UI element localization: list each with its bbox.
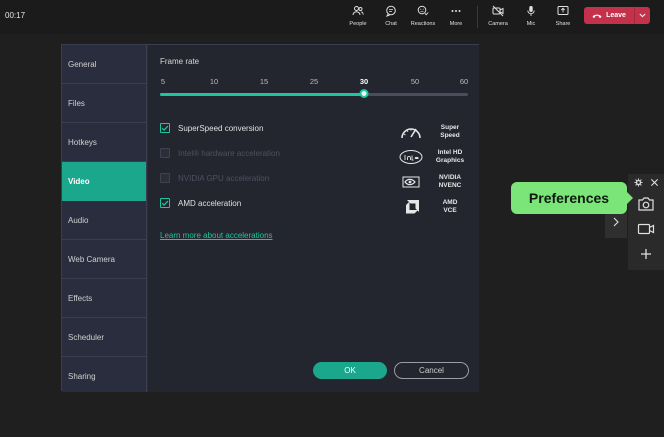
intel-acceleration-option: Intel® hardware acceleration	[160, 147, 280, 159]
frame-rate-title: Frame rate	[160, 57, 200, 66]
amd-acceleration-checkbox[interactable]	[160, 198, 170, 208]
preferences-sidebar: General Files Hotkeys Video Audio Web Ca…	[62, 45, 147, 392]
share-screen-icon	[557, 6, 569, 15]
amd-badge-line2: VCE	[443, 207, 457, 214]
reactions-label: Reactions	[410, 21, 436, 27]
chat-icon	[385, 5, 396, 17]
gear-icon[interactable]	[634, 178, 643, 187]
amd-badge: AMD VCE	[398, 196, 478, 218]
nvidia-acceleration-label: NVIDIA GPU acceleration	[178, 173, 270, 183]
nvidia-badge-line1: NVIDIA	[438, 174, 462, 181]
superspeed-label: SuperSpeed conversion	[178, 123, 264, 133]
more-label: More	[449, 21, 463, 27]
nvidia-acceleration-option: NVIDIA GPU acceleration	[160, 172, 269, 184]
sidebar-item-video[interactable]: Video	[62, 162, 146, 201]
frame-rate-slider-fill	[160, 93, 364, 96]
nvidia-badge-line2: NVENC	[438, 182, 462, 189]
close-icon[interactable]	[650, 178, 659, 187]
intel-acceleration-label: Intel® hardware acceleration	[178, 148, 280, 158]
frame-rate-tick[interactable]: 60	[460, 77, 468, 86]
video-settings-panel: Frame rate 5 10 15 25 30 50 60 SuperSpee…	[148, 45, 479, 392]
screenshot-camera-icon[interactable]	[637, 196, 655, 212]
more-button[interactable]: More	[439, 4, 473, 30]
intel-acceleration-checkbox	[160, 148, 170, 158]
amd-acceleration-label: AMD acceleration	[178, 198, 242, 208]
people-icon	[352, 6, 364, 16]
people-label: People	[349, 21, 367, 27]
share-button[interactable]: Share	[546, 4, 580, 30]
frame-rate-tick-selected[interactable]: 30	[360, 77, 368, 86]
mic-button[interactable]: Mic	[514, 4, 548, 30]
nvidia-acceleration-checkbox	[160, 173, 170, 183]
superspeed-option[interactable]: SuperSpeed conversion	[160, 122, 263, 134]
intel-badge-line1: Intel HD	[437, 149, 463, 156]
checkmark-icon	[161, 200, 169, 206]
nvidia-logo-icon	[398, 173, 424, 191]
sidebar-item-web-camera[interactable]: Web Camera	[62, 240, 146, 279]
chevron-right-icon	[613, 217, 619, 226]
learn-more-link[interactable]: Learn more about accelerations	[160, 231, 273, 240]
tooltip-arrow	[627, 192, 633, 204]
leave-options-button[interactable]	[634, 7, 650, 24]
intel-badge-line2: Graphics	[435, 157, 465, 164]
superspeed-badge-line1: Super	[440, 124, 460, 131]
sidebar-item-sharing[interactable]: Sharing	[62, 357, 146, 396]
frame-rate-tick[interactable]: 25	[310, 77, 318, 86]
speedometer-icon	[398, 123, 424, 141]
meeting-toolbar: 00:17 People Chat Reactions More Camera …	[0, 0, 664, 34]
chat-button[interactable]: Chat	[374, 4, 408, 30]
superspeed-badge-line2: Speed	[440, 132, 460, 139]
ok-button[interactable]: OK	[313, 362, 387, 379]
phone-hangup-icon	[592, 14, 602, 18]
meeting-timer: 00:17	[5, 11, 26, 20]
plus-icon[interactable]	[637, 246, 655, 262]
camera-button[interactable]: Camera	[481, 4, 515, 30]
frame-rate-slider-thumb[interactable]	[359, 89, 369, 98]
sidebar-item-effects[interactable]: Effects	[62, 279, 146, 318]
chevron-down-icon	[639, 13, 646, 18]
cancel-button[interactable]: Cancel	[394, 362, 469, 379]
frame-rate-slider-track[interactable]	[160, 93, 468, 96]
people-button[interactable]: People	[341, 4, 375, 30]
amd-badge-line1: AMD	[442, 199, 458, 206]
sidebar-item-scheduler[interactable]: Scheduler	[62, 318, 146, 357]
frame-rate-tick[interactable]: 5	[161, 77, 165, 86]
leave-button[interactable]: Leave	[584, 7, 634, 24]
leave-label: Leave	[606, 12, 626, 19]
video-recording-icon[interactable]	[637, 221, 655, 237]
superspeed-badge: Super Speed	[398, 121, 478, 143]
camera-off-icon	[492, 5, 504, 17]
amd-logo-icon	[398, 198, 424, 216]
sidebar-item-files[interactable]: Files	[62, 84, 146, 123]
checkmark-icon	[161, 125, 169, 131]
more-icon	[451, 10, 461, 12]
frame-rate-tick[interactable]: 15	[260, 77, 268, 86]
toolbar-divider	[477, 6, 478, 28]
chat-label: Chat	[385, 21, 397, 27]
frame-rate-tick[interactable]: 10	[210, 77, 218, 86]
share-label: Share	[555, 21, 571, 27]
sidebar-item-hotkeys[interactable]: Hotkeys	[62, 123, 146, 162]
mic-label: Mic	[526, 21, 536, 27]
camera-label: Camera	[488, 21, 508, 27]
sidebar-item-audio[interactable]: Audio	[62, 201, 146, 240]
nvidia-badge: NVIDIA NVENC	[398, 171, 478, 193]
superspeed-checkbox[interactable]	[160, 123, 170, 133]
preferences-tooltip: Preferences	[511, 182, 627, 214]
frame-rate-tick[interactable]: 50	[411, 77, 419, 86]
preferences-dialog: General Files Hotkeys Video Audio Web Ca…	[61, 44, 479, 392]
intel-logo-icon	[398, 148, 424, 166]
reactions-icon	[417, 5, 429, 16]
sidebar-item-general[interactable]: General	[62, 45, 146, 84]
intel-badge: Intel HD Graphics	[398, 146, 478, 168]
reactions-button[interactable]: Reactions	[406, 4, 440, 30]
amd-acceleration-option[interactable]: AMD acceleration	[160, 197, 241, 209]
microphone-icon	[527, 6, 535, 16]
